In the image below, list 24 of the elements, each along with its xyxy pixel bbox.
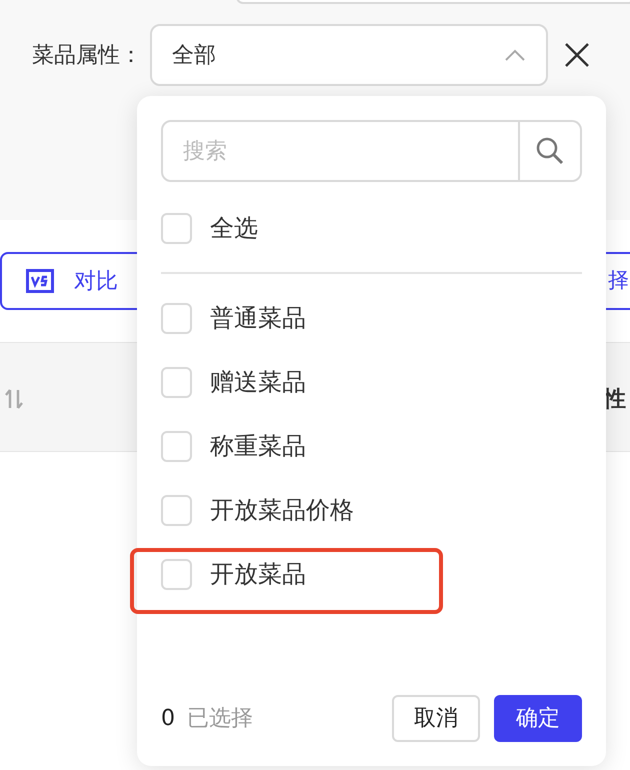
search-button[interactable] [520,120,582,182]
checkbox[interactable] [161,212,192,244]
selected-count: 0 [161,705,175,733]
checkbox[interactable] [161,558,192,590]
checkbox[interactable] [161,302,192,334]
option-label[interactable]: 赠送菜品 [210,364,306,400]
selected-label: 已选择 [187,705,253,733]
cancel-button[interactable]: 取消 [392,695,480,742]
confirm-button[interactable]: 确定 [494,695,582,742]
vs-icon [26,269,54,293]
select-field[interactable]: 全部 [150,24,548,86]
option-label[interactable]: 全选 [210,210,258,246]
checkbox[interactable] [161,366,192,398]
search-icon [535,136,565,166]
close-icon[interactable] [564,42,590,68]
option-label[interactable]: 开放菜品 [210,556,306,592]
search-field[interactable]: 搜索 [161,120,520,182]
option-label[interactable]: 开放菜品价格 [210,492,354,528]
sort-icon[interactable] [4,388,24,410]
checkbox[interactable] [161,494,192,526]
option-label[interactable]: 普通菜品 [210,300,306,336]
checkbox[interactable] [161,430,192,462]
filter-label: 菜品属性： [32,42,142,70]
option-label[interactable]: 称重菜品 [210,428,306,464]
